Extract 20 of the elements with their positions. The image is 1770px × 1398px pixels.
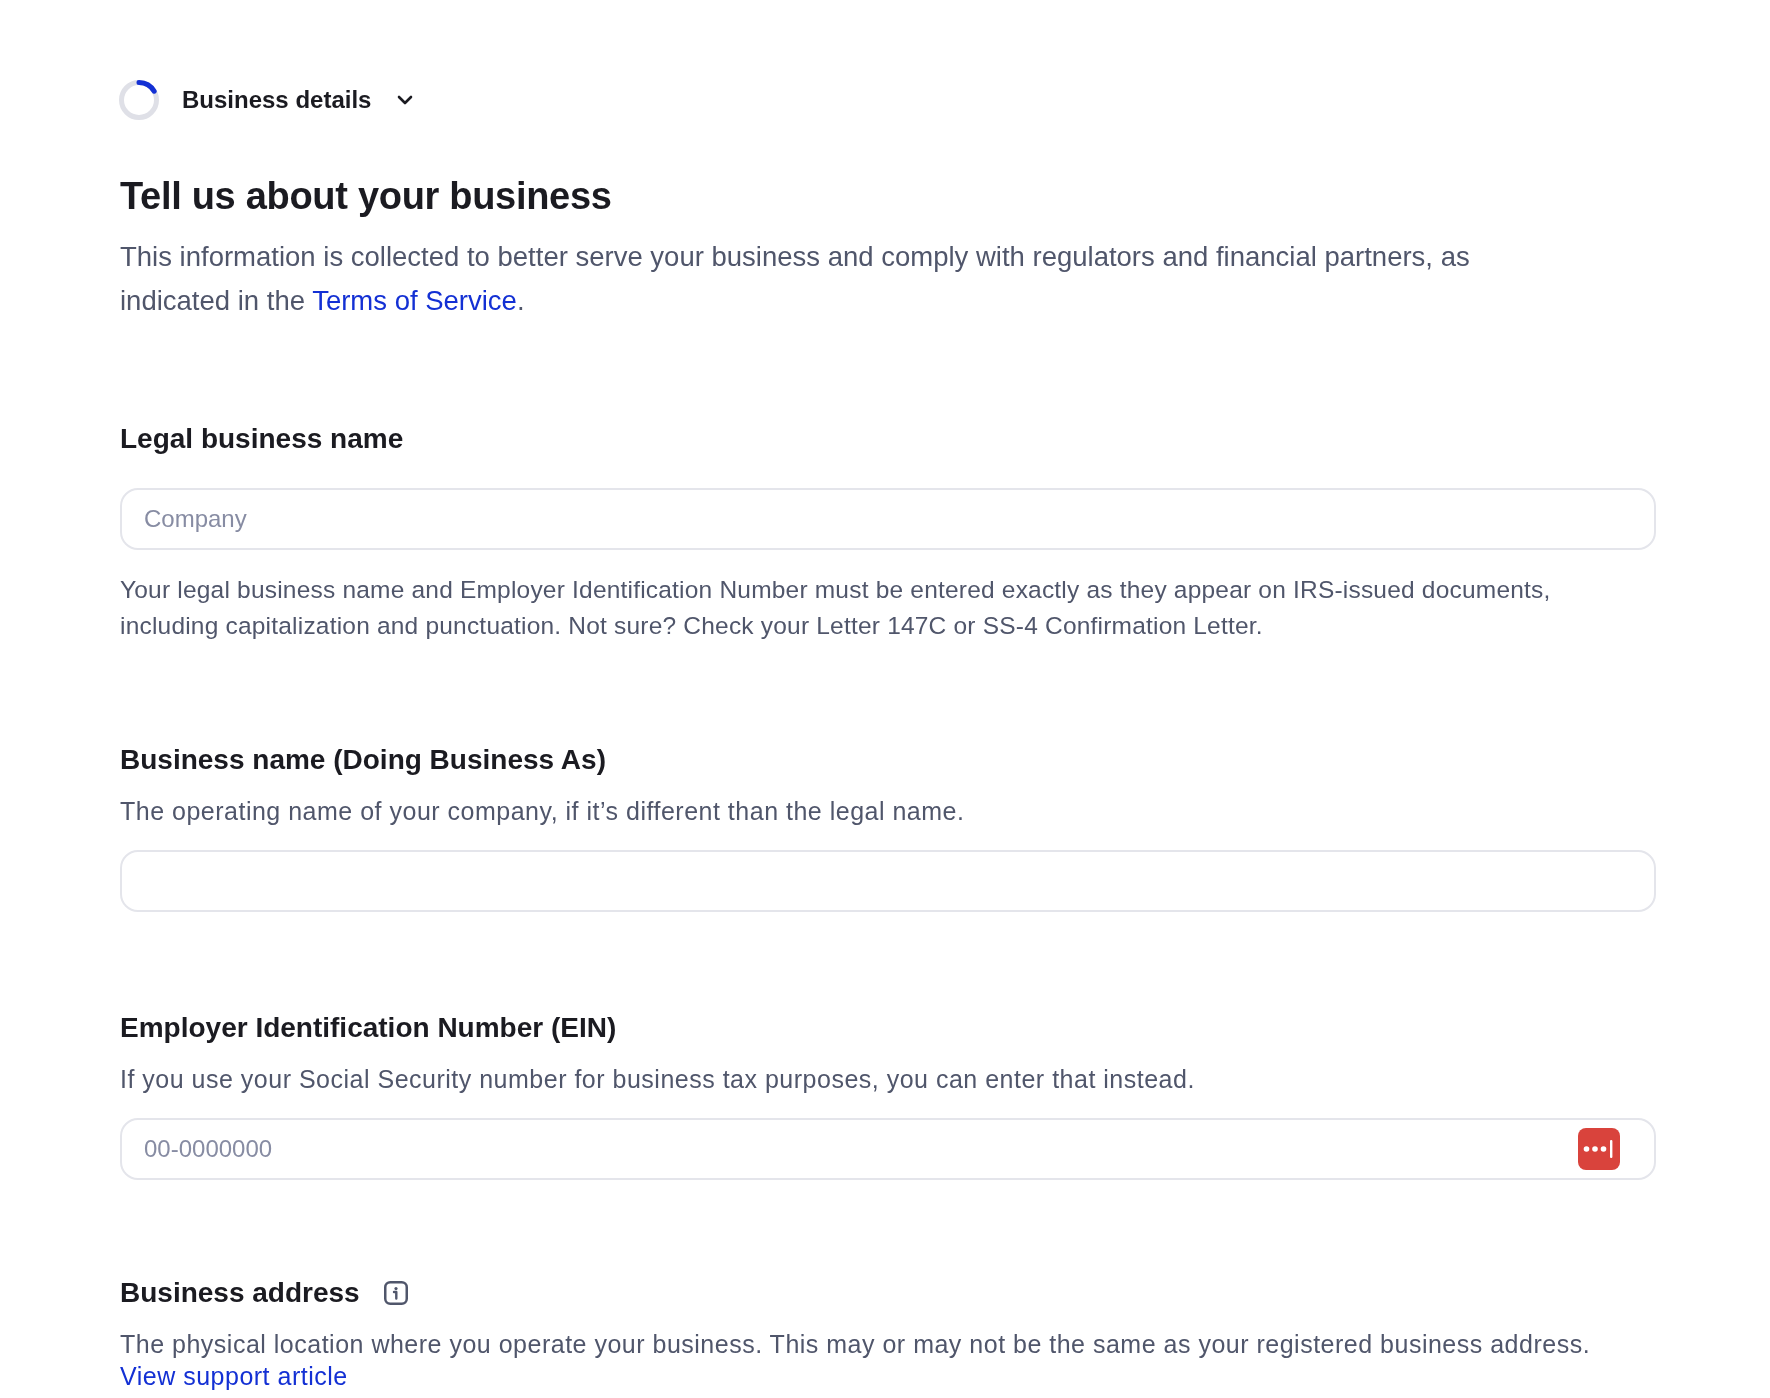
field-label: Business name (Doing Business As) [120, 744, 606, 776]
page-title: Tell us about your business [120, 174, 613, 219]
text-link[interactable]: View support article [120, 1362, 348, 1390]
field-description: The physical location where you operate your business. This may or may not be the same as your registered business address. View support article [120, 1329, 1592, 1392]
step-dropdown-button[interactable]: Business details [182, 85, 414, 115]
text-input[interactable] [120, 850, 1656, 912]
field-description: The operating name of your company, if it’s different than the legal name. [120, 796, 966, 827]
help-text: Your legal business name and Employer Identification Number must be entered exactly as they appear on IRS-issued documents, including capitalization and punctuation. Not sure? Check your Letter 147C or SS-4 Confirmation Letter. [120, 575, 1552, 641]
field-label: Business address [120, 1277, 360, 1309]
password-dots-icon[interactable] [1578, 1128, 1620, 1170]
field-description: If you use your Social Security number for business tax purposes, you can enter that instead. [120, 1064, 1196, 1095]
intro-text: This information is collected to better serve your business and comply with regulators and financial partners, as indicated in the Terms of Service. [120, 240, 1471, 318]
text-input[interactable]: Company [120, 488, 1656, 550]
info-icon[interactable] [383, 1281, 408, 1305]
text-link[interactable]: Terms of Service [312, 285, 517, 316]
progress-ring-icon [119, 80, 159, 120]
chevron-down-icon [397, 95, 414, 105]
field-label: Legal business name [120, 423, 404, 455]
text-input[interactable]: 00-0000000 [120, 1118, 1656, 1180]
field-label: Employer Identification Number (EIN) [120, 1012, 617, 1044]
